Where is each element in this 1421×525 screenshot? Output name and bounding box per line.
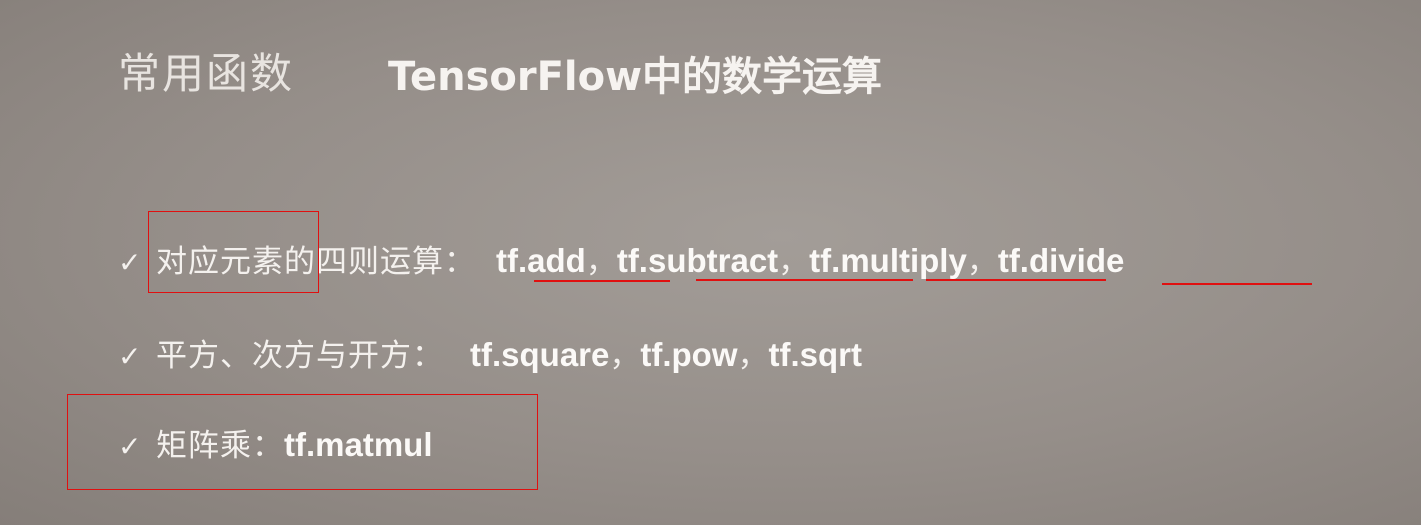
separator: ， <box>585 244 617 280</box>
func-tf-square: tf.square <box>470 336 610 373</box>
bullet-power-ops: ✓ 平方、次方与开方： tf.square ， tf.pow ， tf.sqrt <box>118 330 862 375</box>
bullet-label: 矩阵乘： <box>156 428 284 464</box>
separator: ， <box>609 338 641 374</box>
func-tf-add: tf.add <box>496 242 586 279</box>
bullet-elementwise-ops: ✓ 对应元素的四则运算： tf.add ， tf.subtract ， tf.m… <box>118 236 1124 281</box>
slide: 常用函数 TensorFlow中的数学运算 ✓ 对应元素的四则运算： tf.ad… <box>0 0 1421 525</box>
separator: ， <box>778 244 810 280</box>
func-tf-multiply: tf.multiply <box>809 242 967 279</box>
bullet-label: 平方、次方与开方： <box>156 338 444 374</box>
slide-category: 常用函数 <box>118 49 295 98</box>
underline-tf-divide <box>1162 283 1312 285</box>
separator: ， <box>737 338 769 374</box>
checkmark-icon: ✓ <box>118 246 142 279</box>
bullet-label: 对应元素的四则运算： <box>156 244 476 280</box>
func-tf-matmul: tf.matmul <box>284 426 433 463</box>
bullet-matmul: ✓ 矩阵乘： tf.matmul <box>118 420 433 465</box>
slide-title: TensorFlow中的数学运算 <box>388 54 883 100</box>
checkmark-icon: ✓ <box>118 340 142 373</box>
func-tf-sqrt: tf.sqrt <box>768 336 863 373</box>
func-tf-subtract: tf.subtract <box>616 242 779 279</box>
func-tf-divide: tf.divide <box>997 242 1125 279</box>
func-tf-pow: tf.pow <box>640 336 738 373</box>
checkmark-icon: ✓ <box>118 430 142 463</box>
separator: ， <box>966 244 998 280</box>
